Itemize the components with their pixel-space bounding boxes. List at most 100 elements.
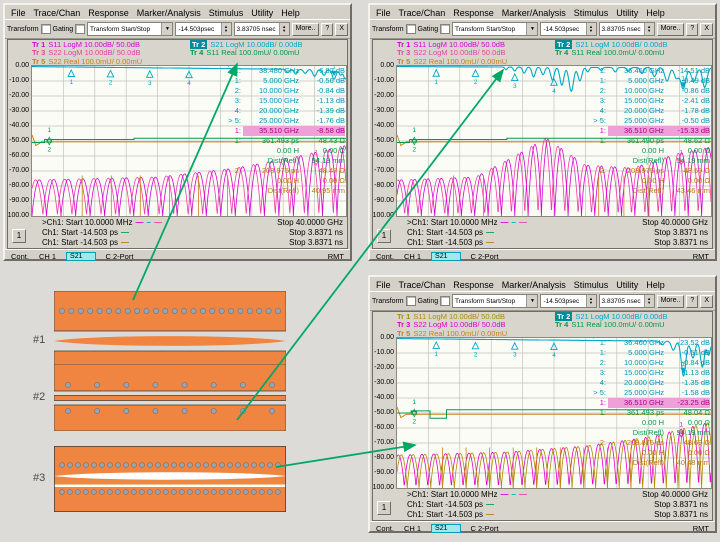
- more-button[interactable]: More..: [657, 295, 685, 308]
- remote-indicator: RMT: [328, 252, 344, 261]
- menu-item-trace-chan[interactable]: Trace/Chan: [30, 8, 85, 18]
- menu-item-utility[interactable]: Utility: [612, 280, 642, 290]
- via-hole: [260, 490, 265, 495]
- spinner-icon[interactable]: ▲▼: [644, 23, 654, 35]
- measurement-selector[interactable]: S21: [66, 252, 95, 261]
- transform-startstop-combo[interactable]: Transform Start/Stop ▼: [452, 22, 539, 36]
- chevron-down-icon[interactable]: ▼: [161, 23, 172, 35]
- menu-item-marker-analysis[interactable]: Marker/Analysis: [498, 8, 570, 18]
- stop-time-value: 3.83705 nsec: [235, 26, 279, 33]
- via-hole: [148, 463, 153, 468]
- transform-startstop-combo[interactable]: Transform Start/Stop ▼: [452, 294, 539, 308]
- menu-item-file[interactable]: File: [372, 8, 395, 18]
- marker-value: -0.86 dB: [664, 86, 710, 96]
- menu-item-response[interactable]: Response: [449, 280, 498, 290]
- via-hole: [65, 408, 70, 413]
- gating-checkbox[interactable]: [440, 296, 450, 306]
- structure-label: #1: [33, 334, 45, 346]
- marker-value: 48.69 Ω: [664, 438, 710, 448]
- menu-item-file[interactable]: File: [7, 8, 30, 18]
- spinner-icon[interactable]: ▲▼: [644, 295, 654, 307]
- menu-item-trace-chan[interactable]: Trace/Chan: [395, 280, 450, 290]
- via-hole: [108, 463, 113, 468]
- measurement-selector[interactable]: S21: [431, 524, 460, 533]
- start-time-field[interactable]: -14.503psec ▲▼: [540, 294, 596, 308]
- gating-checkbox[interactable]: [440, 24, 450, 34]
- start-time-field[interactable]: -14.503psec ▲▼: [175, 22, 231, 36]
- via-hole: [132, 490, 137, 495]
- via-hole: [164, 490, 169, 495]
- marker-number: 1:: [221, 76, 243, 86]
- via-hole: [60, 490, 65, 495]
- marker-value: 0.00 Ω: [664, 176, 710, 186]
- spinner-icon[interactable]: ▲▼: [221, 23, 231, 35]
- help-button[interactable]: ?: [686, 295, 698, 308]
- marker-value: 54.19 mm: [664, 428, 710, 438]
- trace-chip[interactable]: Tr 4: [555, 320, 568, 329]
- chevron-down-icon[interactable]: ▼: [526, 23, 537, 35]
- spinner-icon[interactable]: ▲▼: [586, 23, 596, 35]
- more-button[interactable]: More..: [292, 23, 320, 36]
- menu-item-help[interactable]: Help: [642, 280, 669, 290]
- marker-stimulus: 0.00 H: [243, 146, 299, 156]
- marker-value: -8.58 dB: [299, 126, 345, 136]
- trace-chip[interactable]: Tr 4: [190, 48, 203, 57]
- help-button[interactable]: ?: [686, 23, 698, 36]
- menu-item-utility[interactable]: Utility: [612, 8, 642, 18]
- transform-checkbox[interactable]: [406, 296, 416, 306]
- close-button[interactable]: X: [700, 23, 713, 36]
- menu-item-marker-analysis[interactable]: Marker/Analysis: [498, 280, 570, 290]
- menu-item-response[interactable]: Response: [84, 8, 133, 18]
- svg-text:2: 2: [47, 147, 51, 154]
- transform-startstop-combo[interactable]: Transform Start/Stop ▼: [87, 22, 174, 36]
- measurement-selector[interactable]: S21: [431, 252, 460, 261]
- menu-item-help[interactable]: Help: [277, 8, 304, 18]
- menu-item-help[interactable]: Help: [642, 8, 669, 18]
- via-hole: [182, 408, 187, 413]
- gating-checkbox[interactable]: [75, 24, 85, 34]
- freq-stop-label: Stop 40.0000 GHz: [277, 218, 343, 228]
- more-button[interactable]: More..: [657, 23, 685, 36]
- close-button[interactable]: X: [335, 23, 348, 36]
- via-hole: [257, 308, 262, 313]
- start-time-field[interactable]: -14.503psec ▲▼: [540, 22, 596, 36]
- channel-1-button[interactable]: 1: [377, 229, 391, 243]
- channel-1-button[interactable]: 1: [377, 501, 391, 515]
- menu-item-utility[interactable]: Utility: [247, 8, 277, 18]
- via-hole: [156, 463, 161, 468]
- menu-item-stimulus[interactable]: Stimulus: [570, 8, 613, 18]
- stop-time-field[interactable]: 3.83705 nsec ▲▼: [599, 294, 655, 308]
- marker-value: 0.00 Ω: [664, 146, 710, 156]
- transform-checkbox[interactable]: [41, 24, 51, 34]
- menu-item-trace-chan[interactable]: Trace/Chan: [395, 8, 450, 18]
- menu-item-stimulus[interactable]: Stimulus: [205, 8, 248, 18]
- help-button[interactable]: ?: [321, 23, 333, 36]
- stop-time-field[interactable]: 3.83705 nsec ▲▼: [234, 22, 290, 36]
- marker-row: 0.00 H0.00 Ω: [586, 176, 710, 186]
- menu-item-marker-analysis[interactable]: Marker/Analysis: [133, 8, 205, 18]
- marker-stimulus: 0.00 H: [608, 448, 664, 458]
- spinner-icon[interactable]: ▲▼: [279, 23, 289, 35]
- marker-number: 1:: [586, 126, 608, 136]
- transform-label: Transform: [7, 26, 39, 33]
- marker-number: 4:: [221, 106, 243, 116]
- menu-item-response[interactable]: Response: [449, 8, 498, 18]
- stop-time-field[interactable]: 3.83705 nsec ▲▼: [599, 22, 655, 36]
- channel-1-button[interactable]: 1: [12, 229, 26, 243]
- y-axis-tick: -60.00: [374, 152, 394, 159]
- transform-checkbox[interactable]: [406, 24, 416, 34]
- menu-item-stimulus[interactable]: Stimulus: [570, 280, 613, 290]
- marker-value: -0.84 dB: [664, 358, 710, 368]
- via-hole: [78, 308, 83, 313]
- via-hole: [260, 463, 265, 468]
- trace-chip[interactable]: Tr 4: [555, 48, 568, 57]
- close-button[interactable]: X: [700, 295, 713, 308]
- menu-bar: FileTrace/ChanResponseMarker/AnalysisSti…: [370, 5, 715, 19]
- run-state: Cont.: [376, 524, 394, 533]
- pcb-drawing: [54, 446, 286, 512]
- menu-item-file[interactable]: File: [372, 280, 395, 290]
- spinner-icon[interactable]: ▲▼: [586, 295, 596, 307]
- time-stop-label-2: Stop 3.8371 ns: [654, 238, 708, 248]
- chevron-down-icon[interactable]: ▼: [526, 295, 537, 307]
- via-hole: [153, 382, 158, 387]
